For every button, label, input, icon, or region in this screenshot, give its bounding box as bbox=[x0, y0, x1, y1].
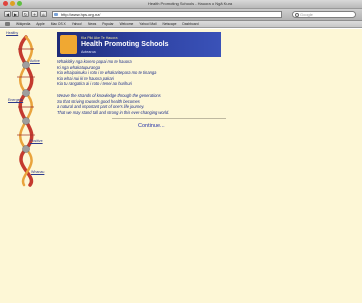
close-window-icon[interactable] bbox=[3, 1, 8, 6]
bookmark-yahoo[interactable]: Yahoo! bbox=[72, 22, 82, 26]
add-bookmark-button[interactable]: + bbox=[31, 11, 38, 17]
window-titlebar: Health Promoting Schools - Hauora o Ngã … bbox=[0, 0, 362, 9]
poem-maori-stanza: Whakitiky nga korero papai mo te hauora … bbox=[57, 59, 257, 87]
poem-line: That we may stand tall and strong in thi… bbox=[57, 109, 170, 115]
poem-english-stanza: Weave the strands of knowledge through t… bbox=[57, 93, 257, 115]
bookmark-apple[interactable]: Apple bbox=[36, 22, 44, 26]
home-button[interactable]: ⌂ bbox=[40, 11, 47, 17]
search-placeholder: Google bbox=[300, 12, 313, 17]
address-text: http://www.hps.org.nz/ bbox=[61, 12, 101, 17]
browser-toolbar: ◀ ▶ ↻ + ⌂ http://www.hps.org.nz/ Google bbox=[0, 9, 362, 21]
school-logo-icon bbox=[60, 35, 77, 54]
bookmark-yahoo-mail[interactable]: Yahoo! Mail bbox=[139, 22, 156, 26]
show-all-bookmarks-icon[interactable] bbox=[5, 22, 10, 26]
bookmarks-bar: Wikipedia Apple Mac OS X Yahoo! News Pop… bbox=[0, 21, 362, 28]
sidebar-link-positive[interactable]: Positive bbox=[30, 139, 43, 143]
banner-title: Health Promoting Schools bbox=[81, 41, 169, 48]
window-title: Health Promoting Schools - Hauora o Ngã … bbox=[147, 1, 233, 6]
bookmark-dashboard[interactable]: Dashboard bbox=[182, 22, 198, 26]
banner-tagline: Kia Piki Ake Te Hauora bbox=[81, 36, 118, 40]
zoom-window-icon[interactable] bbox=[17, 1, 22, 6]
bookmark-popular[interactable]: Popular bbox=[102, 22, 113, 26]
continue-link[interactable]: Continue... bbox=[138, 123, 165, 129]
sidebar-link-active[interactable]: Active bbox=[30, 59, 40, 63]
reload-button[interactable]: ↻ bbox=[22, 11, 29, 17]
content-divider bbox=[112, 118, 226, 119]
bookmark-news[interactable]: News bbox=[88, 22, 96, 26]
banner-region: Aotearoa bbox=[81, 50, 96, 54]
dna-helix-graphic bbox=[17, 35, 35, 187]
minimize-window-icon[interactable] bbox=[10, 1, 15, 6]
sidebar-navigation: Healthy Active Energetic Positive Whanau bbox=[0, 29, 50, 303]
bookmark-wikipedia[interactable]: Wikipedia bbox=[16, 22, 30, 26]
back-button[interactable]: ◀ bbox=[4, 11, 11, 17]
search-field[interactable]: Google bbox=[292, 11, 356, 18]
page-content: Healthy Active Energetic Positive Whanau… bbox=[0, 29, 362, 303]
address-bar[interactable]: http://www.hps.org.nz/ bbox=[52, 11, 282, 18]
sidebar-link-energetic[interactable]: Energetic bbox=[8, 98, 23, 102]
sidebar-link-healthy[interactable]: Healthy bbox=[6, 31, 18, 35]
forward-button[interactable]: ▶ bbox=[12, 11, 19, 17]
site-favicon-icon bbox=[54, 13, 58, 16]
bookmark-mac-os-x[interactable]: Mac OS X bbox=[51, 22, 66, 26]
poem-line: Kia tu rangatira ai i roto i tenei ao hu… bbox=[57, 81, 132, 86]
bookmark-welcome[interactable]: Welcome bbox=[120, 22, 134, 26]
bookmark-netscape[interactable]: Netscape bbox=[162, 22, 176, 26]
sidebar-link-whanau[interactable]: Whanau bbox=[31, 170, 44, 174]
site-banner: Kia Piki Ake Te Hauora Health Promoting … bbox=[57, 32, 221, 57]
search-icon bbox=[295, 13, 299, 17]
